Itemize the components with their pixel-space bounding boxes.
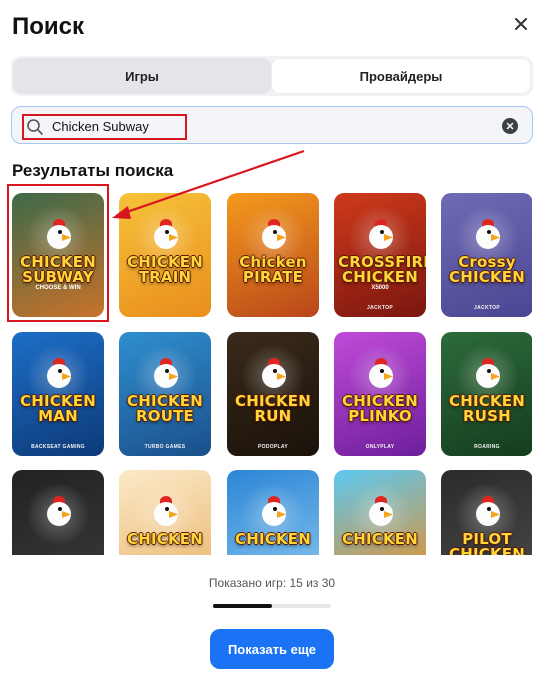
chicken-icon — [151, 215, 181, 251]
game-provider: ROARING — [474, 444, 500, 450]
game-provider: PODOPLAY — [258, 444, 288, 450]
chicken-icon — [473, 492, 503, 528]
shown-count: Показано игр: 15 из 30 — [208, 576, 336, 590]
clear-icon[interactable] — [502, 118, 518, 134]
game-card[interactable]: CHICKEN SUBWAY CHOOSE & WIN — [12, 193, 104, 317]
tab-providers[interactable]: Провайдеры — [271, 58, 531, 94]
game-card[interactable]: CHICKEN — [119, 470, 211, 555]
game-title: CHICKEN RUN — [235, 392, 311, 425]
game-provider: ONLYPLAY — [365, 444, 395, 450]
game-subtitle: CHOOSE & WIN — [35, 285, 81, 291]
tabs: Игры Провайдеры — [11, 56, 533, 96]
chicken-icon — [259, 215, 289, 251]
tab-games[interactable]: Игры — [13, 58, 271, 94]
search-bar — [11, 106, 533, 144]
results-title: Результаты поиска — [12, 161, 174, 180]
close-icon[interactable] — [510, 13, 532, 35]
game-provider: BACKSEAT GAMING — [31, 444, 85, 450]
game-card[interactable]: CHICKEN RUSH ROARING — [441, 332, 532, 456]
game-title: CHICKEN PLINKO — [342, 392, 418, 425]
search-highlight-box — [22, 114, 187, 140]
game-card[interactable]: CHICKEN ROUTE TURBO GAMES — [119, 332, 211, 456]
game-subtitle: x5000 — [371, 285, 389, 291]
game-title: CHICKEN — [342, 530, 418, 548]
game-title: CROSSFIRE CHICKEN — [338, 253, 426, 286]
game-provider: JACKTOP — [367, 305, 393, 311]
game-card[interactable]: CHICKEN RUN PODOPLAY — [227, 332, 319, 456]
game-title: CHICKEN MAN — [20, 392, 96, 425]
chicken-icon — [44, 215, 74, 251]
results-grid: CHICKEN SUBWAY CHOOSE & WIN CHICKEN TRAIN C… — [12, 193, 532, 555]
game-card[interactable]: CHICKEN TRAIN — [119, 193, 211, 317]
chicken-icon — [44, 354, 74, 390]
game-card[interactable]: CHICKEN — [334, 470, 426, 555]
game-card[interactable]: CHICKEN MAN BACKSEAT GAMING — [12, 332, 104, 456]
game-provider: TURBO GAMES — [144, 444, 186, 450]
show-more-button[interactable]: Показать еще — [210, 629, 334, 669]
chicken-icon — [259, 354, 289, 390]
load-progress-fill — [213, 604, 272, 608]
game-provider: JACKTOP — [474, 305, 500, 311]
game-title: Chicken PIRATE — [239, 253, 307, 286]
chicken-icon — [473, 354, 503, 390]
game-card[interactable]: PILOT CHICKEN — [441, 470, 532, 555]
game-title: CHICKEN — [127, 530, 203, 548]
chicken-icon — [44, 492, 74, 528]
chicken-icon — [473, 215, 503, 251]
game-card[interactable]: Crossy CHICKEN JACKTOP — [441, 193, 532, 317]
game-title: CHICKEN TRAIN — [127, 253, 203, 286]
chicken-icon — [151, 492, 181, 528]
game-card[interactable] — [12, 470, 104, 555]
game-title: Crossy CHICKEN — [449, 253, 525, 286]
chicken-icon — [366, 354, 396, 390]
game-card[interactable]: CROSSFIRE CHICKEN x5000 JACKTOP — [334, 193, 426, 317]
game-title: CHICKEN RUSH — [449, 392, 525, 425]
game-card[interactable]: CHICKEN — [227, 470, 319, 555]
chicken-icon — [151, 354, 181, 390]
game-card[interactable]: Chicken PIRATE — [227, 193, 319, 317]
game-title: CHICKEN ROUTE — [127, 392, 203, 425]
chicken-icon — [366, 215, 396, 251]
game-title: CHICKEN SUBWAY — [20, 253, 96, 286]
game-title: CHICKEN — [235, 530, 311, 548]
dialog-title: Поиск — [12, 13, 85, 40]
chicken-icon — [259, 492, 289, 528]
chicken-icon — [366, 492, 396, 528]
game-title: PILOT CHICKEN — [449, 530, 525, 556]
load-progress — [213, 604, 331, 608]
game-card[interactable]: CHICKEN PLINKO ONLYPLAY — [334, 332, 426, 456]
